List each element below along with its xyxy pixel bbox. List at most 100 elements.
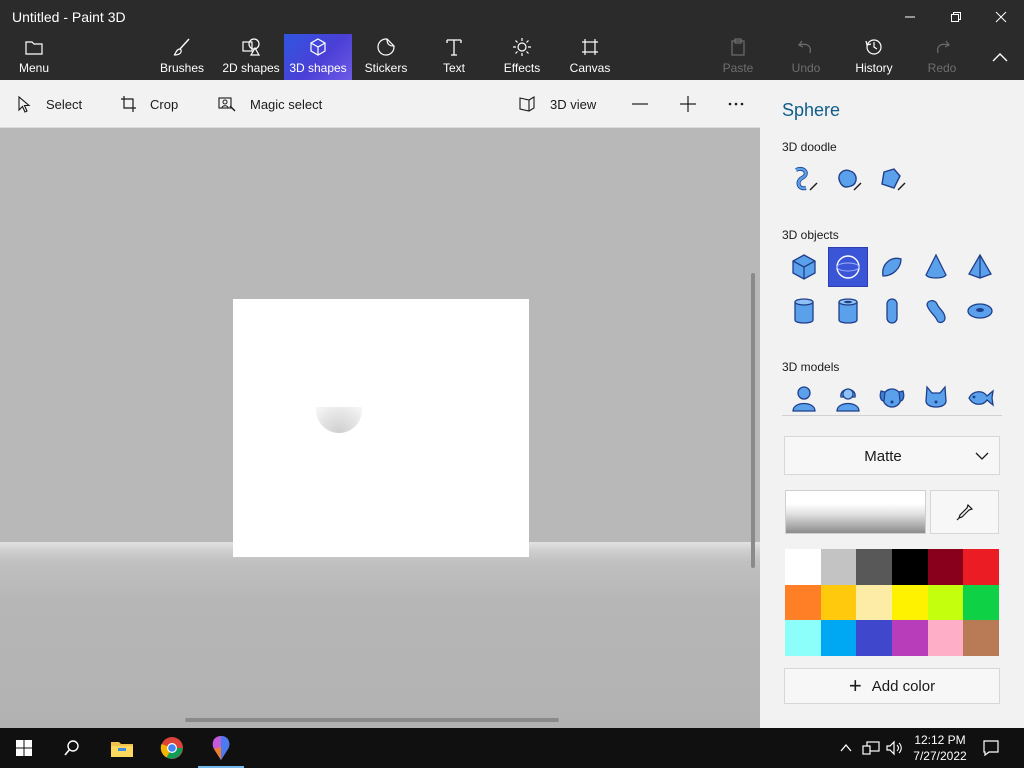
color-swatch[interactable] xyxy=(892,584,928,621)
color-swatch[interactable] xyxy=(927,549,964,585)
menu-button[interactable]: Menu xyxy=(10,34,58,80)
network-button[interactable] xyxy=(858,728,884,768)
cone-icon xyxy=(925,253,947,279)
capsule-button[interactable] xyxy=(872,291,912,331)
clock[interactable]: 12:12 PM 7/27/2022 xyxy=(905,732,975,764)
maximize-button[interactable] xyxy=(933,0,979,34)
sphere-button[interactable] xyxy=(828,247,868,287)
cylinder-icon xyxy=(794,298,814,324)
more-options-button[interactable] xyxy=(727,80,745,128)
color-swatch[interactable] xyxy=(856,620,892,656)
cube-button[interactable] xyxy=(784,247,824,287)
tab-stickers[interactable]: Stickers xyxy=(362,34,410,80)
eyedropper-button[interactable] xyxy=(930,490,999,534)
close-button[interactable] xyxy=(978,0,1024,34)
chrome-button[interactable] xyxy=(148,728,196,768)
search-icon xyxy=(64,740,79,756)
undo-button[interactable]: Undo xyxy=(782,34,830,80)
cursor-icon xyxy=(18,95,31,113)
tab-text[interactable]: Text xyxy=(432,34,476,80)
notifications-button[interactable] xyxy=(968,728,1014,768)
dog-model-button[interactable] xyxy=(872,378,912,418)
redo-label: Redo xyxy=(927,61,957,75)
horizontal-scrollbar[interactable] xyxy=(185,718,559,722)
sphere-object[interactable] xyxy=(316,387,362,433)
history-button[interactable]: History xyxy=(850,34,898,80)
file-explorer-button[interactable] xyxy=(98,728,146,768)
zoom-in-button[interactable] xyxy=(679,80,697,128)
minus-icon xyxy=(632,103,648,105)
3d-view-label: 3D view xyxy=(550,96,597,112)
title-bar: Untitled - Paint 3D xyxy=(0,0,1024,34)
tube-doodle-button[interactable] xyxy=(872,160,912,200)
material-dropdown[interactable]: Matte xyxy=(784,436,1000,475)
collapse-ribbon-button[interactable] xyxy=(984,34,1016,80)
tab-3d-shapes[interactable]: 3D shapes xyxy=(284,34,352,80)
color-swatch[interactable] xyxy=(856,584,892,621)
donut-button[interactable] xyxy=(960,291,1000,331)
undo-icon xyxy=(798,40,811,54)
paint-3d-taskbar-button[interactable] xyxy=(197,728,245,768)
paste-button[interactable]: Paste xyxy=(714,34,762,80)
tab-brushes[interactable]: Brushes xyxy=(158,34,206,80)
tab-canvas[interactable]: Canvas xyxy=(566,34,614,80)
tab-2d-shapes[interactable]: 2D shapes xyxy=(222,34,280,80)
color-swatch[interactable] xyxy=(963,549,999,585)
text-icon xyxy=(446,39,462,56)
network-icon xyxy=(862,741,880,755)
color-swatch[interactable] xyxy=(820,620,857,656)
window-title: Untitled - Paint 3D xyxy=(12,9,126,25)
add-color-button[interactable]: + Add color xyxy=(784,668,1000,704)
workspace[interactable] xyxy=(0,128,760,728)
color-swatch[interactable] xyxy=(820,584,857,621)
color-swatch[interactable] xyxy=(785,549,821,585)
tube-doodle-icon xyxy=(881,168,906,191)
color-swatch[interactable] xyxy=(820,549,857,585)
show-hidden-icons-button[interactable] xyxy=(834,728,858,768)
material-value: Matte xyxy=(864,448,902,465)
cone-button[interactable] xyxy=(916,247,956,287)
color-swatch[interactable] xyxy=(963,620,999,656)
woman-model-button[interactable] xyxy=(828,378,868,418)
history-icon xyxy=(865,39,882,55)
color-swatch[interactable] xyxy=(927,620,964,656)
color-swatch[interactable] xyxy=(856,549,892,585)
tab-effects[interactable]: Effects xyxy=(500,34,544,80)
color-swatch[interactable] xyxy=(892,549,928,585)
vertical-scrollbar[interactable] xyxy=(751,273,755,568)
toolbar: Select Crop Magic select 3D view xyxy=(0,80,760,128)
fish-model-button[interactable] xyxy=(960,378,1000,418)
menu-label: Menu xyxy=(18,61,50,75)
tube-button[interactable] xyxy=(828,291,868,331)
search-button[interactable] xyxy=(48,728,96,768)
crop-button[interactable]: Crop xyxy=(120,80,178,128)
color-swatch[interactable] xyxy=(892,620,928,656)
volume-button[interactable] xyxy=(884,728,906,768)
3d-view-button[interactable]: 3D view xyxy=(518,80,596,128)
cylinder-button[interactable] xyxy=(784,291,824,331)
cat-model-button[interactable] xyxy=(916,378,956,418)
paste-label: Paste xyxy=(722,61,754,75)
models-divider xyxy=(782,415,1002,416)
folder-icon xyxy=(25,41,43,55)
color-swatch[interactable] xyxy=(785,620,821,656)
color-swatch[interactable] xyxy=(785,584,821,621)
start-button[interactable] xyxy=(0,728,48,768)
color-swatch[interactable] xyxy=(963,584,999,621)
curved-cylinder-button[interactable] xyxy=(916,291,956,331)
hemisphere-button[interactable] xyxy=(872,247,912,287)
tab-label: Canvas xyxy=(569,61,611,75)
cat-icon xyxy=(925,385,947,408)
color-swatch[interactable] xyxy=(927,584,964,621)
magic-select-button[interactable]: Magic select xyxy=(218,80,322,128)
drawing-canvas[interactable] xyxy=(233,299,529,557)
man-model-button[interactable] xyxy=(784,378,824,418)
pyramid-icon xyxy=(968,253,992,279)
pyramid-button[interactable] xyxy=(960,247,1000,287)
soft-doodle-button[interactable] xyxy=(828,160,868,200)
minimize-button[interactable] xyxy=(887,0,933,34)
redo-button[interactable]: Redo xyxy=(918,34,966,80)
zoom-out-button[interactable] xyxy=(631,80,649,128)
select-button[interactable]: Select xyxy=(16,80,82,128)
sharp-doodle-button[interactable] xyxy=(784,160,824,200)
